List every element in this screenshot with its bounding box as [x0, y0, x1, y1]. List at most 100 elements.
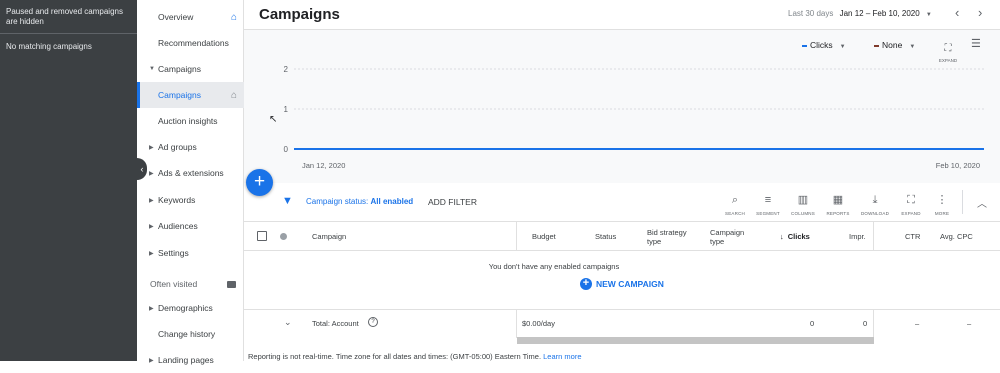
tool-label: SEARCH: [725, 211, 745, 216]
columns-button[interactable]: ▥ COLUMNS: [788, 190, 818, 216]
search-button[interactable]: ⌕ SEARCH: [720, 190, 750, 216]
nav-item-label: Campaigns: [158, 64, 201, 74]
caret-right-icon: ▶: [149, 144, 154, 151]
metric-selector-none[interactable]: None ▼: [874, 40, 915, 50]
segment-button[interactable]: ≡ SEGMENT: [753, 190, 783, 216]
nav-item-keywords[interactable]: ▶ Keywords: [137, 187, 244, 213]
nav-item-label: Recommendations: [158, 38, 229, 48]
expand-row-icon[interactable]: ⌄: [284, 317, 292, 328]
caret-right-icon: ▶: [149, 305, 154, 312]
help-icon[interactable]: ?: [368, 317, 378, 327]
add-filter-button[interactable]: ADD FILTER: [428, 197, 477, 207]
more-button[interactable]: ⋮ MORE: [927, 190, 957, 216]
date-range-value: Jan 12 – Feb 10, 2020: [839, 9, 920, 18]
home-icon: ⌂: [230, 89, 237, 101]
nav-item-label: Change history: [158, 329, 216, 339]
nav-item-landing-pages[interactable]: ▶ Landing pages: [137, 347, 244, 373]
toolbar-divider: [962, 190, 963, 214]
expand-table-button[interactable]: ⛶ EXPAND: [896, 190, 926, 216]
reports-icon: ▦: [832, 194, 844, 206]
column-header-campaign[interactable]: Campaign: [312, 222, 346, 251]
table-header: Campaign Budget Status Bid strategy type…: [244, 222, 1000, 251]
learn-more-link[interactable]: Learn more: [543, 352, 581, 361]
nav-item-auction-insights[interactable]: Auction insights: [137, 108, 244, 134]
create-button[interactable]: +: [246, 169, 273, 196]
new-campaign-button[interactable]: + NEW CAMPAIGN: [580, 278, 664, 290]
column-header-budget[interactable]: Budget: [532, 222, 556, 251]
nav-item-campaigns-group[interactable]: ▼ Campaigns: [137, 56, 244, 82]
caret-right-icon: ▶: [149, 357, 154, 364]
date-range-picker[interactable]: Last 30 days Jan 12 – Feb 10, 2020 ▼: [788, 9, 932, 18]
column-divider: [516, 222, 517, 251]
metric-selector-clicks[interactable]: Clicks ▼: [802, 40, 846, 50]
column-header-bid-strategy[interactable]: Bid strategy type: [647, 222, 699, 251]
collapse-table-button[interactable]: ︿: [977, 195, 987, 210]
nav-item-label: Ad groups: [158, 142, 197, 152]
nav-item-ad-groups[interactable]: ▶ Ad groups: [137, 134, 244, 160]
reports-button[interactable]: ▦ REPORTS: [823, 190, 853, 216]
filter-toolbar: ▼ Campaign status: All enabled ADD FILTE…: [244, 183, 1000, 222]
next-period-button[interactable]: ›: [978, 5, 982, 20]
filter-icon[interactable]: ▼: [282, 195, 293, 207]
series-color-swatch: [802, 44, 807, 47]
more-vert-icon: ⋮: [936, 194, 948, 206]
column-header-campaign-type[interactable]: Campaign type: [710, 222, 754, 251]
nav-item-label: Landing pages: [158, 355, 214, 365]
chevron-up-icon: ︿: [977, 199, 987, 210]
nav-item-change-history[interactable]: Change history: [137, 321, 244, 347]
footer-note: Reporting is not real-time. Time zone fo…: [248, 352, 582, 361]
select-all-checkbox[interactable]: [257, 231, 267, 241]
column-header-ctr[interactable]: CTR: [905, 222, 920, 251]
caret-right-icon: ▶: [149, 170, 154, 177]
download-icon: ⤓: [872, 194, 878, 206]
nav-item-campaigns[interactable]: Campaigns ⌂: [137, 82, 244, 108]
nav-item-settings[interactable]: ▶ Settings: [137, 240, 244, 266]
filter-label: Campaign status:: [306, 197, 369, 206]
nav-item-label: Settings: [158, 248, 189, 258]
caret-right-icon: ▶: [149, 197, 154, 204]
chevron-left-icon: ‹: [140, 164, 144, 174]
nav-item-label: Audiences: [158, 221, 198, 231]
previous-period-button[interactable]: ‹: [955, 5, 959, 20]
column-header-clicks[interactable]: ↓ Clicks: [780, 222, 810, 251]
nav-item-label: Demographics: [158, 303, 213, 313]
tool-label: SEGMENT: [756, 211, 780, 216]
nav-item-label: Campaigns: [158, 90, 201, 100]
horizontal-scrollbar[interactable]: [517, 337, 874, 344]
campaign-list-panel: Paused and removed campaigns are hidden …: [0, 0, 137, 361]
fullscreen-icon: ⛶: [944, 43, 952, 54]
tool-label: EXPAND: [901, 211, 921, 216]
y-tick-label: 2: [284, 65, 289, 74]
column-header-avg-cpc[interactable]: Avg. CPC: [940, 222, 973, 251]
no-matching-message: No matching campaigns: [6, 42, 92, 51]
tile-icon: [227, 280, 236, 288]
total-avg-cpc: –: [967, 319, 972, 328]
empty-state-message: You don't have any enabled campaigns: [488, 262, 620, 271]
tool-label: COLUMNS: [791, 211, 815, 216]
date-range-label: Last 30 days: [788, 9, 834, 18]
nav-item-ads-extensions[interactable]: ▶ Ads & extensions: [137, 160, 244, 186]
page-title: Campaigns: [259, 6, 340, 23]
table-total-row: ⌄ Total: Account ? $0.00/day 0 0 – –: [244, 309, 1000, 338]
nav-item-overview[interactable]: Overview ⌂: [137, 4, 244, 30]
dropdown-icon: ▼: [909, 44, 916, 50]
y-tick-label: 1: [284, 105, 289, 114]
campaign-status-filter[interactable]: Campaign status: All enabled: [306, 197, 413, 206]
search-icon: ⌕: [731, 194, 739, 206]
tool-label: MORE: [934, 211, 950, 216]
y-tick-label: 0: [284, 145, 289, 154]
nav-item-label: Keywords: [158, 195, 196, 205]
caret-down-icon: ▼: [149, 66, 155, 72]
section-label: Often visited: [150, 279, 198, 289]
caret-right-icon: ▶: [149, 250, 154, 257]
total-budget: $0.00/day: [522, 319, 555, 328]
chart-settings-icon[interactable]: ☰: [971, 37, 981, 50]
column-header-status[interactable]: Status: [595, 222, 616, 251]
column-header-impressions[interactable]: Impr.: [849, 222, 866, 251]
performance-chart: Clicks ▼ None ▼ ⛶ EXPAND ☰ 2 1 0 Jan 12, 2020…: [244, 30, 1000, 183]
status-column-icon: [280, 233, 287, 240]
nav-item-audiences[interactable]: ▶ Audiences: [137, 213, 244, 239]
download-button[interactable]: ⤓ DOWNLOAD: [860, 190, 890, 216]
nav-item-demographics[interactable]: ▶ Demographics: [137, 295, 244, 321]
nav-item-recommendations[interactable]: Recommendations: [137, 30, 244, 56]
